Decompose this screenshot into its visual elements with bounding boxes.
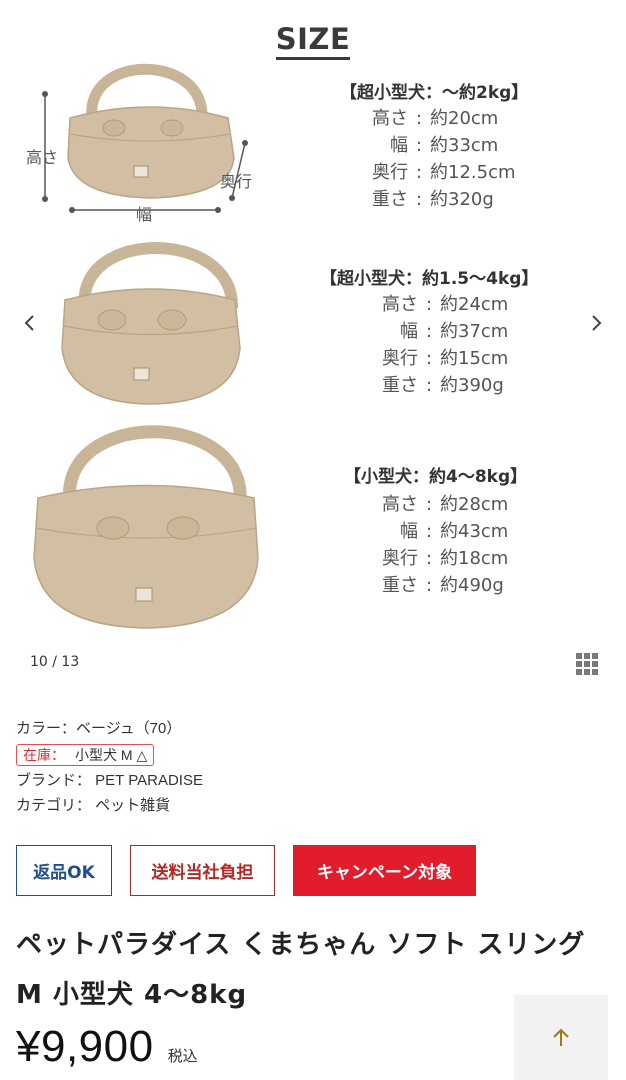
- spec-row: 高さ: 約24cm: [382, 294, 509, 315]
- spec-row: 重さ: 約390g: [382, 375, 504, 396]
- spec-header: 【小型犬：約4～8kg】: [344, 467, 528, 487]
- image-counter: 10 / 13: [30, 654, 80, 670]
- badge-row: 返品OK 送料当社負担 キャンペーン対象: [16, 845, 476, 896]
- product-info: カラー：ベージュ（70） 在庫： 小型犬 M △ ブランド： PET PARAD…: [16, 716, 616, 818]
- stock-label: 在庫：: [23, 747, 65, 763]
- spec-row: 高さ: 約28cm: [382, 494, 509, 515]
- spec-row: 幅: 約33cm: [390, 135, 499, 156]
- gallery-next-button[interactable]: [584, 308, 608, 338]
- chevron-left-icon: [24, 315, 34, 331]
- spec-row: 奥行: 約18cm: [382, 548, 509, 569]
- gallery-prev-button[interactable]: [18, 308, 42, 338]
- spec-row: 高さ: 約20cm: [372, 108, 499, 129]
- tax-label: 税込: [167, 1047, 198, 1065]
- product-image-gallery[interactable]: SIZE 高さ 幅 奥行 【超小型犬：～約2kg】 高さ: 約20cm 幅:…: [0, 0, 626, 690]
- arrow-up-icon: [553, 1028, 569, 1046]
- color-info: カラー：ベージュ（70）: [16, 720, 182, 737]
- campaign-badge[interactable]: キャンペーン対象: [293, 845, 476, 896]
- size-spec-s: 【超小型犬：約1.5～4kg】 高さ: 約24cm 幅: 約37cm 奥行: 約15c…: [320, 264, 538, 399]
- spec-row: 奥行: 約15cm: [382, 348, 509, 369]
- price-value: ¥9,900: [16, 1022, 154, 1071]
- depth-label: 奥行: [220, 172, 253, 191]
- bag-image-small: [42, 63, 248, 213]
- free-shipping-badge: 送料当社負担: [130, 845, 275, 896]
- size-spec-xs: 【超小型犬：～約2kg】 高さ: 約20cm 幅: 約33cm 奥行: 約12.5cm…: [338, 78, 528, 213]
- spec-row: 幅: 約37cm: [400, 321, 509, 342]
- price: ¥9,900 税込: [16, 1022, 198, 1072]
- stock-badge: 在庫： 小型犬 M △: [16, 744, 155, 766]
- spec-row: 幅: 約43cm: [400, 521, 509, 542]
- spec-row: 奥行: 約12.5cm: [372, 162, 516, 183]
- bag-image-medium: [61, 242, 241, 405]
- spec-row: 重さ: 約490g: [382, 575, 504, 596]
- brand-info[interactable]: ブランド： PET PARADISE: [16, 768, 616, 793]
- size-spec-m: 【小型犬：約4～8kg】 高さ: 約28cm 幅: 約43cm 奥行: 約18cm 重…: [344, 462, 527, 599]
- spec-header: 【超小型犬：～約2kg】: [340, 83, 529, 103]
- spec-row: 重さ: 約320g: [372, 189, 494, 210]
- chevron-right-icon: [592, 315, 602, 331]
- grid-icon[interactable]: [575, 652, 599, 676]
- spec-header: 【超小型犬：約1.5～4kg】: [320, 269, 539, 289]
- width-label: 幅: [136, 205, 153, 224]
- return-ok-badge: 返品OK: [16, 845, 112, 896]
- bag-image-large: [33, 425, 259, 629]
- height-label: 高さ: [26, 148, 59, 167]
- scroll-to-top-button[interactable]: [514, 995, 608, 1080]
- category-info[interactable]: カテゴリ： ペット雑貨: [16, 793, 616, 818]
- stock-value: 小型犬 M △: [75, 747, 148, 763]
